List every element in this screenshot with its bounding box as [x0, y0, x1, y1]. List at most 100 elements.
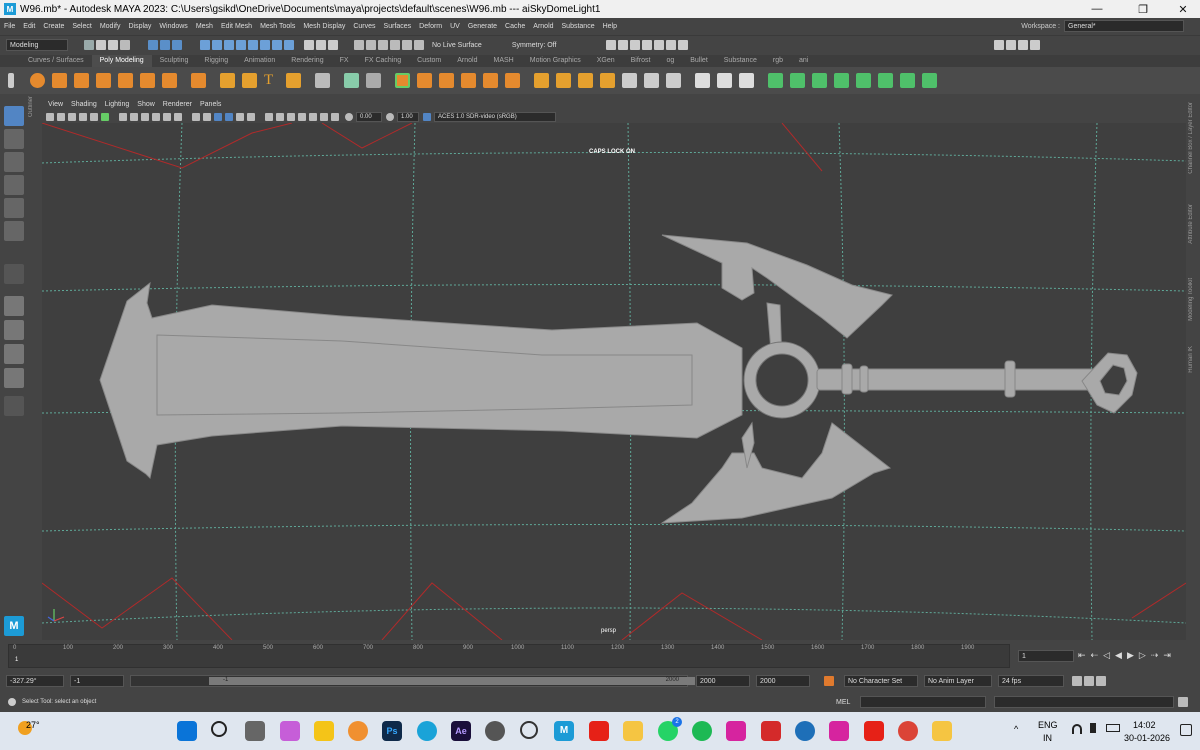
frame-ruler[interactable]: 0 100 200 300 400 500 600 700 800 900 10…: [8, 644, 1010, 668]
extrude-icon[interactable]: [395, 73, 410, 88]
bevel-icon[interactable]: [439, 73, 454, 88]
menu-deform[interactable]: Deform: [419, 23, 442, 30]
volume-icon[interactable]: [1090, 723, 1096, 733]
fps-dropdown[interactable]: 24 fps: [998, 675, 1064, 687]
script-language-label[interactable]: MEL: [836, 699, 860, 706]
undo-icon[interactable]: [120, 40, 130, 50]
tab-curves-surfaces[interactable]: Curves / Surfaces: [20, 55, 92, 67]
poly-torus-icon[interactable]: [118, 73, 133, 88]
select-camera-icon[interactable]: [46, 112, 54, 121]
sketch-app-icon[interactable]: [314, 721, 334, 741]
shadows-icon[interactable]: [247, 112, 255, 121]
super-shape-icon[interactable]: [220, 73, 235, 88]
soft-mod-icon[interactable]: [717, 73, 732, 88]
gate-mask-icon[interactable]: [152, 112, 160, 121]
uv-mask-icon[interactable]: [248, 40, 258, 50]
photoshop-icon[interactable]: Ps: [382, 721, 402, 741]
exposure-field[interactable]: 0.00: [356, 111, 382, 122]
uv-layout-icon[interactable]: [922, 73, 937, 88]
menu-substance[interactable]: Substance: [562, 23, 595, 30]
menu-cache[interactable]: Cache: [505, 23, 525, 30]
edge-icon[interactable]: [417, 721, 437, 741]
copilot-icon[interactable]: [280, 721, 300, 741]
combine-icon[interactable]: [315, 73, 330, 88]
mel-maya-logo-icon[interactable]: M: [4, 616, 24, 636]
youtube-icon[interactable]: [589, 721, 609, 741]
tab-xgen[interactable]: XGen: [589, 55, 623, 67]
anim-layer-dropdown[interactable]: No Anim Layer: [924, 675, 992, 687]
render-frame-icon[interactable]: [618, 40, 629, 50]
wireframe-icon[interactable]: [192, 112, 200, 121]
sphere-type-icon[interactable]: [242, 73, 257, 88]
bridge-icon[interactable]: [417, 73, 432, 88]
panel-menu-panels[interactable]: Panels: [200, 101, 221, 108]
tab-fx[interactable]: FX: [332, 55, 357, 67]
step-forward-frame-icon[interactable]: ▷: [1139, 650, 1146, 661]
depth-of-field-icon[interactable]: [298, 112, 306, 121]
human-ik-tab[interactable]: Human IK: [1188, 346, 1194, 373]
center-pivot-icon[interactable]: [739, 73, 754, 88]
grease-pencil-icon[interactable]: [101, 112, 109, 121]
maximize-button[interactable]: ❐: [1126, 0, 1160, 18]
tab-poly-modeling[interactable]: Poly Modeling: [91, 55, 152, 67]
two-d-pan-zoom-icon[interactable]: [90, 112, 98, 121]
minimize-button[interactable]: —: [1080, 0, 1114, 18]
command-input[interactable]: [860, 696, 986, 708]
uv-editor-icon[interactable]: [878, 73, 893, 88]
poly-disc-icon[interactable]: [162, 73, 177, 88]
ipr-render-icon[interactable]: [630, 40, 641, 50]
bool-icon[interactable]: [461, 73, 476, 88]
bookmark-icon[interactable]: [68, 112, 76, 121]
live-surface-label[interactable]: No Live Surface: [432, 42, 482, 49]
save-scene-icon[interactable]: [108, 40, 118, 50]
chrome-icon[interactable]: [898, 721, 918, 741]
menu-surfaces[interactable]: Surfaces: [384, 23, 412, 30]
snap-live-icon[interactable]: [402, 40, 412, 50]
tab-mash[interactable]: MASH: [486, 55, 522, 67]
range-slider-handle[interactable]: [209, 677, 695, 685]
paint-select-tool-icon[interactable]: [4, 152, 24, 172]
menu-select[interactable]: Select: [72, 23, 91, 30]
view-transform-dropdown[interactable]: ACES 1.0 SDR-video (sRGB): [434, 111, 556, 122]
curve-mask-icon[interactable]: [260, 40, 270, 50]
menu-file[interactable]: File: [4, 23, 15, 30]
tab-sculpting[interactable]: Sculpting: [152, 55, 197, 67]
xray-icon[interactable]: [320, 112, 328, 121]
wifi-icon[interactable]: [1072, 724, 1082, 734]
attribute-editor-tab[interactable]: Attribute Editor: [1188, 204, 1194, 244]
go-to-end-icon[interactable]: ⇥: [1163, 650, 1171, 661]
collapse-icon[interactable]: [600, 73, 615, 88]
app-icon[interactable]: [795, 721, 815, 741]
type-tool-icon[interactable]: T: [264, 73, 279, 88]
paint-effects-icon[interactable]: [695, 73, 710, 88]
camera-attributes-icon[interactable]: [57, 112, 65, 121]
after-effects-icon[interactable]: Ae: [451, 721, 471, 741]
youtube-icon[interactable]: [864, 721, 884, 741]
edge-mask-icon[interactable]: [224, 40, 234, 50]
quad-draw-icon[interactable]: [666, 73, 681, 88]
mirror-icon[interactable]: [483, 73, 498, 88]
soft-select-icon[interactable]: [316, 40, 326, 50]
character-set-dropdown[interactable]: No Character Set: [844, 675, 918, 687]
fill-hole-icon[interactable]: [505, 73, 520, 88]
playback-end-field[interactable]: 2000: [756, 675, 810, 687]
menu-curves[interactable]: Curves: [353, 23, 375, 30]
tool-settings-toggle-icon[interactable]: [1018, 40, 1029, 50]
grid-icon[interactable]: [119, 112, 127, 121]
rotation-value-field[interactable]: -327.29°: [6, 675, 64, 687]
xray-joints-icon[interactable]: [331, 112, 339, 121]
surface-mask-icon[interactable]: [272, 40, 282, 50]
menu-help[interactable]: Help: [603, 23, 617, 30]
menu-mesh-tools[interactable]: Mesh Tools: [260, 23, 295, 30]
poly-plane-icon[interactable]: [140, 73, 155, 88]
wireframe-on-shaded-icon[interactable]: [214, 112, 222, 121]
tab-bullet[interactable]: Bullet: [682, 55, 716, 67]
battery-icon[interactable]: [1106, 724, 1120, 732]
search-icon[interactable]: [211, 721, 227, 737]
search-icon[interactable]: [4, 396, 24, 416]
blender-icon[interactable]: [348, 721, 368, 741]
four-view-layout-icon[interactable]: [4, 320, 24, 340]
smooth-shade-icon[interactable]: [203, 112, 211, 121]
chatgpt-icon[interactable]: [520, 721, 538, 739]
current-frame-field[interactable]: 1: [1018, 650, 1074, 662]
